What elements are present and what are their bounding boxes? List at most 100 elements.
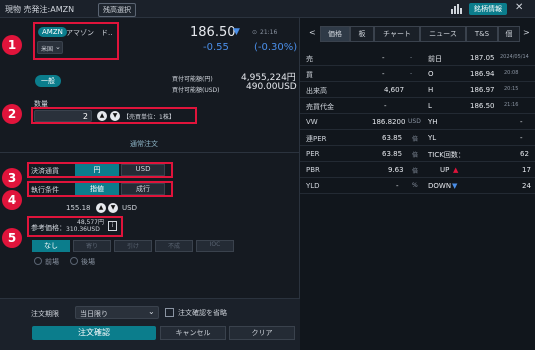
quote-table: 売 - - 前日 187.05 2024/05/14 買 - - O 186.9…: [300, 50, 535, 200]
afternoon-label: 後場: [81, 258, 95, 266]
row-value: -: [382, 54, 385, 62]
quantity-input[interactable]: 2: [34, 110, 92, 122]
stock-info-button[interactable]: 銘柄情報: [469, 3, 507, 15]
currency-usd-button[interactable]: USD: [121, 164, 165, 176]
morning-label: 前場: [45, 258, 59, 266]
row-unit: 倍: [412, 136, 419, 143]
currency-yen-button[interactable]: 円: [75, 164, 119, 176]
condition-none-button[interactable]: なし: [32, 240, 70, 252]
skip-confirm-checkbox[interactable]: [165, 308, 174, 317]
condition-close-button[interactable]: 引け: [114, 240, 152, 252]
skip-confirm-label: 注文確認を省略: [178, 309, 227, 317]
badge-1: 1: [2, 35, 22, 55]
unit-note: 【売買単位：1株】: [123, 114, 175, 121]
clear-button[interactable]: クリア: [229, 326, 295, 340]
table-row: 売 - - 前日 187.05 2024/05/14: [300, 50, 535, 66]
current-price: 186.50: [190, 25, 236, 40]
table-row: 連PER 63.85 倍 YL -: [300, 130, 535, 146]
afternoon-radio[interactable]: [70, 257, 78, 265]
row-value: -: [382, 70, 385, 78]
row-value: 4,607: [384, 86, 405, 94]
table-row: 買 - - O 186.94 20:08: [300, 66, 535, 82]
row-label: 連PER: [306, 135, 327, 143]
reference-yen: 48,577円: [77, 219, 104, 226]
row-value-right: 62: [520, 150, 529, 158]
row-label: 買: [306, 71, 313, 79]
row-value-right: 186.50: [470, 102, 495, 110]
row-value-right: 186.97: [470, 86, 495, 94]
expiry-select[interactable]: 当日限り ⌄: [75, 306, 159, 319]
row-value-right: -: [520, 134, 523, 142]
confirm-order-button[interactable]: 注文確認: [32, 326, 156, 340]
badge-2: 2: [2, 104, 22, 124]
table-row: 売買代金 - L 186.50 21:16: [300, 98, 535, 114]
tab-individual[interactable]: 個: [498, 26, 520, 42]
chevron-down-icon: ⌄: [148, 307, 155, 316]
row-label-right: TICK回数：: [428, 151, 465, 159]
top-bar: 現物 売発注:AMZN 残高選択 銘柄情報 ✕: [0, 0, 535, 18]
ticker-badge: AMZN: [38, 27, 67, 37]
row-unit: %: [412, 182, 418, 189]
holding-select-button[interactable]: 残高選択: [98, 3, 136, 17]
row-label: PBR: [306, 166, 320, 174]
condition-ioc-button[interactable]: IOC: [196, 240, 234, 252]
row-value: 9.63: [388, 166, 404, 174]
limit-order-button[interactable]: 指値: [75, 183, 119, 195]
down-triangle-icon: ▼: [452, 182, 458, 190]
quantity-up-icon[interactable]: ▲: [97, 111, 107, 121]
row-value: -: [396, 182, 399, 190]
price-up-icon[interactable]: ▲: [96, 203, 106, 213]
expiry-label: 注文期限: [31, 310, 59, 318]
quantity-value: 2: [82, 112, 88, 121]
tab-chart[interactable]: チャート: [374, 26, 420, 42]
row-sub: 20:08: [504, 70, 519, 76]
row-label: VW: [306, 118, 318, 126]
condition-funari-button[interactable]: 不成: [155, 240, 193, 252]
tab-next-icon[interactable]: >: [523, 28, 530, 37]
market-order-button[interactable]: 成行: [121, 183, 165, 195]
reference-label: 参考価格：: [31, 224, 66, 232]
row-value: 186.8200: [372, 118, 406, 126]
row-unit: USD: [408, 118, 421, 125]
row-value: 63.85: [382, 150, 403, 158]
row-label: 売買代金: [306, 103, 334, 111]
chevron-down-icon: ⌄: [55, 43, 61, 51]
price-down-icon: ▼: [233, 27, 240, 37]
morning-radio[interactable]: [34, 257, 42, 265]
price-down-step-icon[interactable]: ▼: [108, 203, 118, 213]
condition-open-button[interactable]: 寄り: [73, 240, 111, 252]
price-change: -0.55: [203, 42, 229, 53]
row-value-right: 17: [522, 166, 531, 174]
tab-board[interactable]: 板: [350, 26, 374, 42]
cancel-button[interactable]: キャンセル: [160, 326, 226, 340]
close-icon[interactable]: ✕: [515, 2, 523, 13]
tab-normal-order[interactable]: 通常注文: [130, 139, 158, 149]
tab-price[interactable]: 価格: [320, 26, 350, 42]
table-row: PBR 9.63 倍 UP ▲ 17: [300, 162, 535, 178]
stock-name: アマゾン: [66, 29, 94, 37]
info-icon[interactable]: i: [108, 221, 117, 231]
chart-icon[interactable]: [451, 4, 463, 14]
market-select[interactable]: 米国 ⌄: [37, 41, 63, 54]
market-value: 米国: [41, 46, 54, 53]
price-time: 21:16: [260, 29, 278, 36]
tab-prev-icon[interactable]: <: [309, 28, 316, 37]
window-title: 現物 売発注:AMZN: [5, 5, 75, 14]
table-row: PER 63.85 倍 TICK回数： 62: [300, 146, 535, 162]
execution-label: 執行条件: [31, 186, 59, 194]
tab-divider: [0, 152, 300, 153]
up-triangle-icon: ▲: [453, 166, 459, 174]
limit-price[interactable]: 155.18: [66, 204, 91, 212]
row-unit: 倍: [412, 168, 419, 175]
stock-name-suffix: ド..: [101, 29, 113, 37]
row-unit: 倍: [412, 152, 419, 159]
row-value: 63.85: [382, 134, 403, 142]
quantity-down-icon[interactable]: ▼: [110, 111, 120, 121]
expiry-value: 当日限り: [80, 310, 108, 318]
tab-ts[interactable]: T&S: [466, 26, 498, 42]
tab-news[interactable]: ニュース: [420, 26, 466, 42]
row-label: 売: [306, 55, 313, 63]
price-unit: USD: [122, 204, 137, 212]
badge-5: 5: [2, 228, 22, 248]
clock-icon: ⊙: [252, 29, 258, 36]
